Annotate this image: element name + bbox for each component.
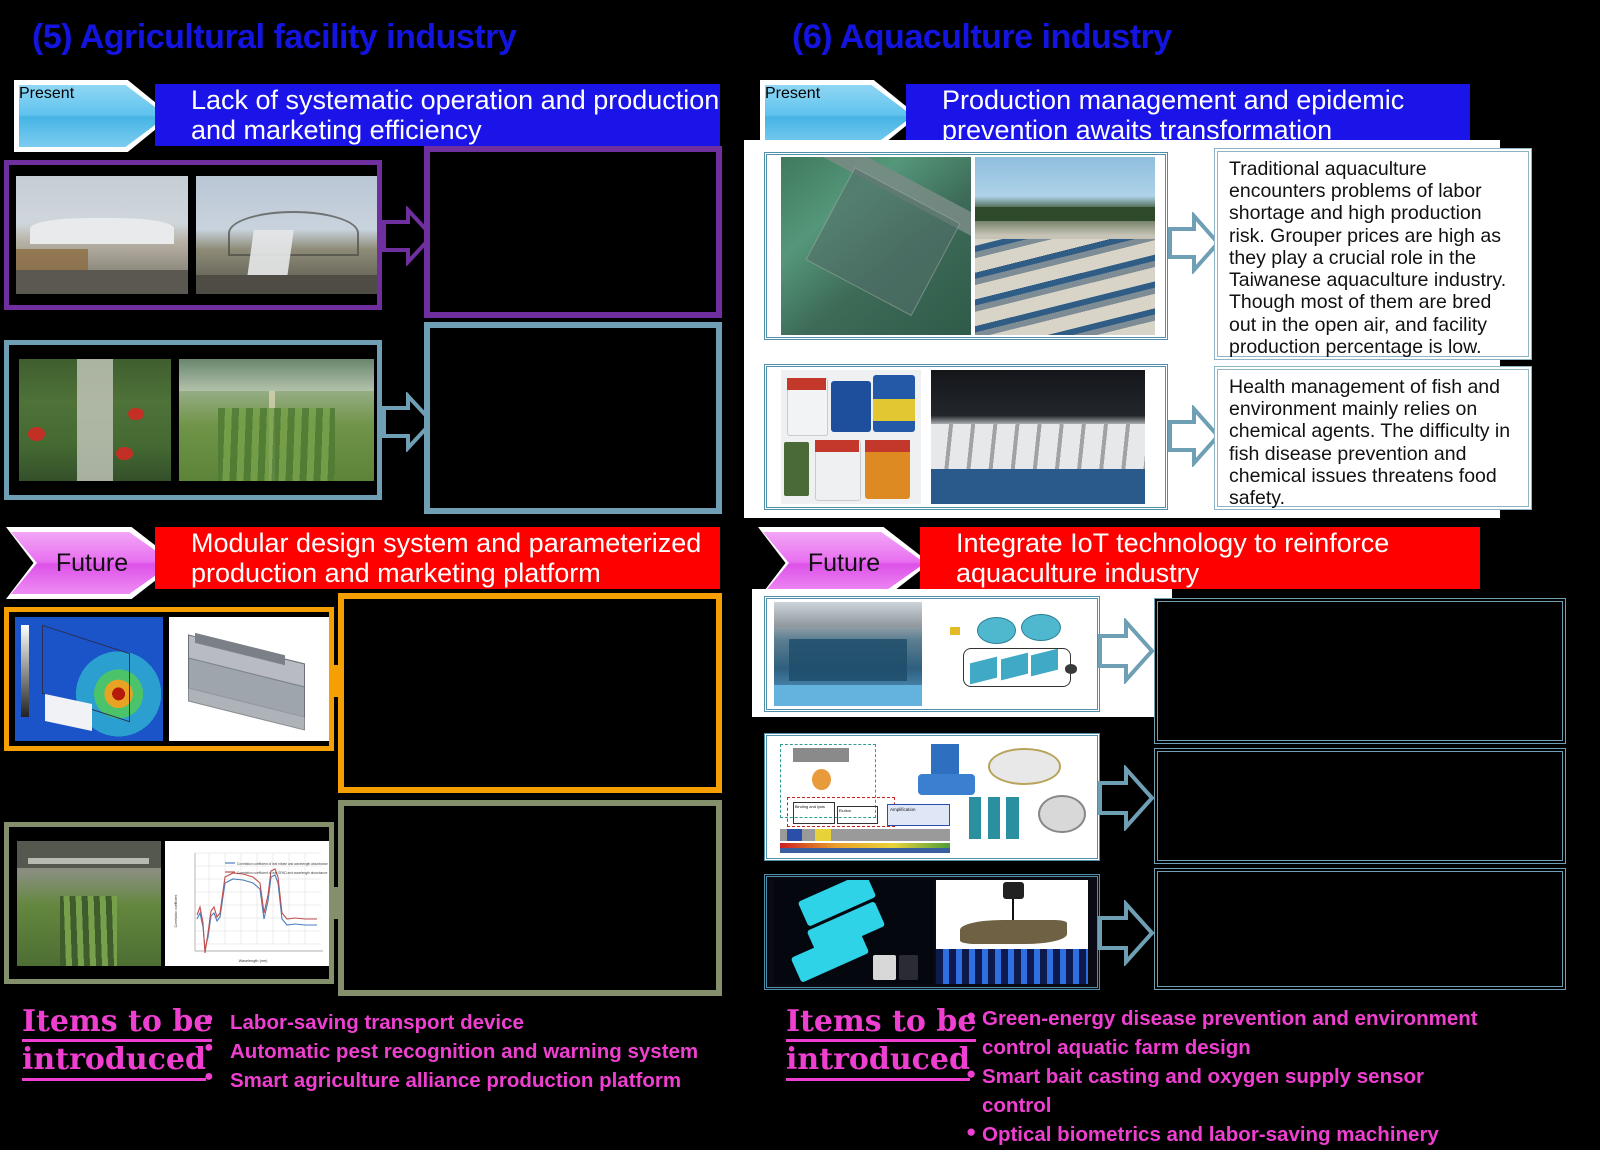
svg-text:Correlation coefficient of lea: Correlation coefficient of leaf SPAD and… [237,871,328,875]
photo-greenhouse-cad [169,617,329,741]
diagram-pcr-detection-device: Binding and lysis Elution Amplification [774,739,1088,855]
left-present-photo-box-1 [4,160,382,310]
photo-fish-feed-sacks [931,370,1145,504]
left-future-photo-box-1 [4,607,334,751]
right-present-photo-box-1 [764,152,1168,340]
photo-optical-biochips [774,880,934,984]
photo-greenhouse-row [16,176,188,294]
left-present-tag-label: Present [19,85,75,102]
left-items-list: Labor-saving transport device Automatic … [196,1008,698,1095]
svg-text:Correlation coefficient: Correlation coefficient [174,894,178,927]
left-future-tag-label: Future [55,548,129,577]
right-items-list: Green-energy disease prevention and envi… [966,1004,1486,1150]
right-future-arrow-1 [1098,618,1154,684]
right-future-result-box-3[interactable] [1154,868,1566,990]
right-future-bar: Integrate IoT technology to reinforce aq… [920,527,1480,589]
photo-netted-field [179,359,374,481]
right-present-info-box-2: Health management of fish and environmen… [1214,366,1532,510]
right-present-text: Production management and epidemic preve… [942,84,1405,145]
right-section-title: (6) Aquaculture industry [792,18,1172,56]
right-future-text: Integrate IoT technology to reinforce aq… [956,527,1390,588]
list-item: Automatic pest recognition and warning s… [196,1037,698,1066]
photo-tomato-rows [19,359,171,481]
right-future-photo-box-1 [764,596,1100,712]
photo-grouper-sensor [936,880,1088,984]
left-present-tag: Present [14,80,172,152]
right-future-photo-box-2: Binding and lysis Elution Amplification [764,733,1100,861]
photo-chemical-agents [781,370,921,504]
right-future-arrow-3 [1098,900,1154,966]
right-items-label-line1: Items to be [786,1004,977,1043]
left-future-tag: Future [6,527,178,599]
right-present-bar: Production management and epidemic preve… [906,84,1470,146]
right-present-arrow-2 [1168,405,1220,467]
diagram-iot-aquaculture-system [926,602,1096,706]
photo-cfd-simulation [15,617,163,741]
photo-open-air-fish-farm [975,157,1155,335]
right-present-photo-box-2 [764,364,1168,510]
left-items-label: Items to be introduced [22,1004,213,1081]
photo-aerial-fish-ponds [781,157,971,335]
left-future-bar: Modular design system and parameterized … [155,527,720,589]
list-item: Green-energy disease prevention and envi… [966,1004,1486,1062]
left-section-title: (5) Agricultural facility industry [32,18,517,56]
left-present-banner: Present [14,80,172,152]
svg-text:Wavelength (nm): Wavelength (nm) [238,959,268,963]
list-item: Smart agriculture alliance production pl… [196,1066,698,1095]
list-item: Smart bait casting and oxygen supply sen… [966,1062,1486,1120]
left-present-bar: Lack of systematic operation and product… [155,84,720,146]
list-item: Optical biometrics and labor-saving mach… [966,1120,1486,1149]
right-present-info-box-1: Traditional aquaculture encounters probl… [1214,148,1532,360]
left-present-result-box-2[interactable] [424,322,722,514]
right-future-result-box-2[interactable] [1154,748,1566,864]
right-future-arrow-2 [1098,765,1154,831]
left-future-photo-box-2: Correlation coefficient of leaf nitrate … [4,822,334,984]
chart-thumbnail-correlation: Correlation coefficient of leaf nitrate … [164,840,329,966]
right-present-tag-label: Present [765,85,821,102]
list-item: Labor-saving transport device [196,1008,698,1037]
right-future-tag-label: Future [807,548,881,577]
right-items-label-line2: introduced [786,1042,970,1081]
right-future-result-box-1[interactable] [1154,598,1566,744]
left-items-label-line1: Items to be [22,1004,213,1043]
photo-indoor-aquaculture-tank [774,602,922,706]
photo-hydroponic-greenhouse [17,840,161,966]
photo-broken-greenhouse [195,176,377,294]
left-present-text: Lack of systematic operation and product… [191,84,720,145]
right-future-photo-box-3 [764,874,1100,990]
left-present-result-box-1[interactable] [424,146,722,318]
left-items-label-line2: introduced [22,1042,206,1081]
left-future-result-box-1[interactable] [338,593,722,793]
right-items-label: Items to be introduced [786,1004,977,1081]
left-present-photo-box-2 [4,340,382,500]
left-future-result-box-2[interactable] [338,800,722,996]
right-present-arrow-1 [1168,212,1220,274]
svg-text:Correlation coefficient of lea: Correlation coefficient of leaf nitrate … [237,862,328,866]
left-future-text: Modular design system and parameterized … [191,527,702,588]
